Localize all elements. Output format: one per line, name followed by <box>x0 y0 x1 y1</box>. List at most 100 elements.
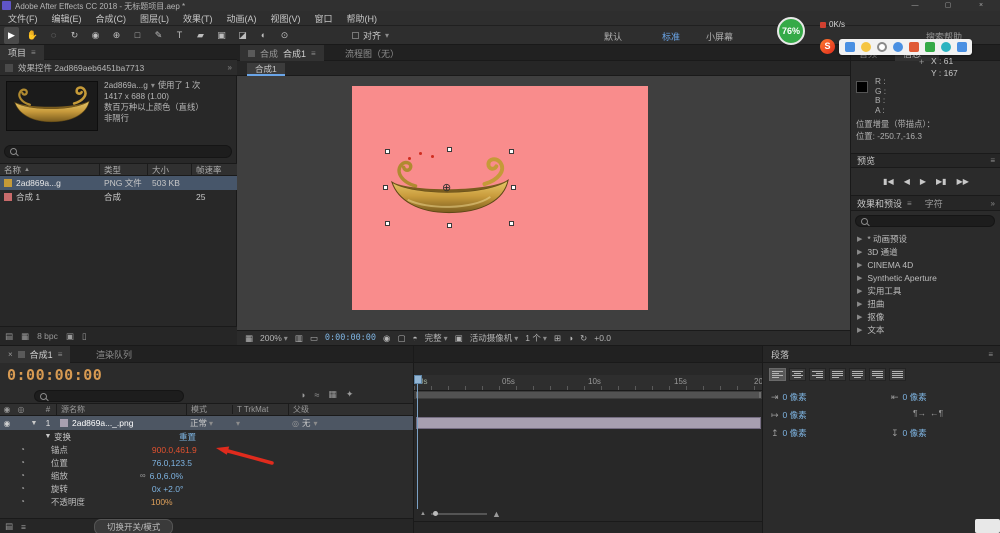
justify-last-right-button[interactable] <box>869 368 886 381</box>
property-row-opacity[interactable]: ◔ 不透明度 100% <box>0 495 413 508</box>
recorder-percent-badge[interactable]: 76% <box>777 17 805 45</box>
puppet-pin-tool[interactable]: ⊙ <box>277 27 292 44</box>
pixel-aspect-icon[interactable]: ⊞ <box>554 333 561 344</box>
effects-panel-title[interactable]: 效果和预设 <box>857 197 902 210</box>
mode-header[interactable]: 模式 <box>186 404 232 415</box>
indent-right-field[interactable]: ⇤ 0 像素 <box>891 391 927 403</box>
draft3d-icon[interactable]: ≈ <box>314 390 319 400</box>
upload-icon[interactable] <box>925 42 935 52</box>
space-before-field[interactable]: ↥ 0 像素 <box>771 427 807 439</box>
zoom-in-icon[interactable]: ▲ <box>492 509 501 519</box>
panel-menu-icon[interactable]: ≡ <box>990 156 995 165</box>
motion-blur-icon[interactable]: ✦ <box>346 389 354 400</box>
tab-composition-viewer[interactable]: 合成 合成1 ≡ <box>240 45 324 61</box>
shape-tool[interactable]: □ <box>130 27 145 44</box>
chat-icon[interactable] <box>845 42 855 52</box>
timeline-search-input[interactable] <box>34 390 184 402</box>
tab-flowchart[interactable]: 流程图（无） <box>337 45 407 61</box>
stopwatch-icon[interactable]: ◔ <box>20 458 25 467</box>
record-icon[interactable] <box>909 42 919 52</box>
refresh-icon[interactable]: ↻ <box>580 333 587 344</box>
time-ruler[interactable]: 0s 05s 10s 15s 20s <box>414 375 762 391</box>
property-row-position[interactable]: ◔ 位置 76.0,123.5 <box>0 456 413 469</box>
column-size[interactable]: 大小 <box>148 164 192 175</box>
channels-icon[interactable]: ◓ <box>413 333 418 343</box>
zoom-slider-handle[interactable] <box>432 511 438 516</box>
roto-brush-tool[interactable]: ◐ <box>256 27 271 44</box>
work-area-bar[interactable] <box>414 391 762 399</box>
workspace-small-screen[interactable]: 小屏幕 <box>706 30 733 43</box>
ime-status-box[interactable] <box>975 519 1000 533</box>
layer-name[interactable]: 2ad869a..._.png <box>72 418 133 428</box>
anchor-point-value[interactable]: 900.0,461.9 <box>152 445 197 455</box>
property-row-anchor[interactable]: ◔ 锚点 900.0,461.9 <box>0 443 413 456</box>
column-fps[interactable]: 帧速率 <box>192 164 237 175</box>
layer-expand-icon[interactable]: ▼ <box>28 420 40 427</box>
space-after-field[interactable]: ↧ 0 像素 <box>891 427 927 439</box>
effects-category[interactable]: ▶ 抠像 <box>851 310 1000 323</box>
panel-menu-icon[interactable]: ≡ <box>311 49 316 58</box>
panel-menu-icon[interactable]: ≡ <box>31 48 36 57</box>
footage-dropdown-icon[interactable]: ▾ <box>151 80 155 91</box>
selection-tool[interactable]: ▶ <box>4 27 19 44</box>
expand-panel-icon[interactable]: ▤ <box>5 521 13 532</box>
panel-menu-icon[interactable]: ≡ <box>58 350 63 359</box>
selection-handle[interactable] <box>385 149 390 154</box>
stopwatch-icon[interactable]: ◔ <box>20 471 25 480</box>
tab-effect-controls-label[interactable]: 效果控件 2ad869aeb6451ba7713 <box>18 62 144 74</box>
close-button[interactable]: × <box>966 0 996 11</box>
align-left-button[interactable] <box>769 368 786 381</box>
effects-category[interactable]: ▶ 扭曲 <box>851 297 1000 310</box>
viewer-lock-icon[interactable] <box>248 49 255 57</box>
blend-mode-select[interactable]: 正常 ▾ <box>186 417 232 429</box>
justify-last-center-button[interactable] <box>849 368 866 381</box>
opacity-value[interactable]: 100% <box>151 497 173 507</box>
mask-visibility-icon[interactable]: ▭ <box>310 333 318 344</box>
selection-handle[interactable] <box>447 147 452 152</box>
ltr-direction-button[interactable]: ¶→ <box>913 408 926 418</box>
selection-handle[interactable] <box>385 221 390 226</box>
property-row-scale[interactable]: ◔ 缩放 ∞ 6.0,6.0% <box>0 469 413 482</box>
rotation-value[interactable]: 0x +2.0° <box>152 484 184 494</box>
trkmat-select[interactable]: ▾ <box>232 419 288 428</box>
layer-duration-bar[interactable] <box>416 417 761 429</box>
clone-stamp-tool[interactable]: ▣ <box>214 27 229 44</box>
align-right-button[interactable] <box>809 368 826 381</box>
justify-last-left-button[interactable] <box>829 368 846 381</box>
property-row-rotation[interactable]: ◔ 旋转 0x +2.0° <box>0 482 413 495</box>
stopwatch-icon[interactable]: ◔ <box>20 497 25 506</box>
indent-left-value[interactable]: 0 像素 <box>783 391 807 403</box>
camera-view-select[interactable]: 活动摄像机 ▾ <box>470 332 519 344</box>
magnification-select[interactable]: 200% ▾ <box>260 333 288 343</box>
preview-panel-header[interactable]: 预览 ≡ <box>851 153 1000 168</box>
menu-effect[interactable]: 效果(T) <box>183 12 213 25</box>
pen-tool[interactable]: ✎ <box>151 27 166 44</box>
selection-handle[interactable] <box>447 223 452 228</box>
workspace-standard[interactable]: 标准 <box>662 30 680 43</box>
new-folder-icon[interactable]: ▣ <box>66 331 74 342</box>
justify-all-button[interactable] <box>889 368 906 381</box>
eraser-tool[interactable]: ◪ <box>235 27 250 44</box>
transform-group-label[interactable]: 变换 <box>54 431 71 443</box>
tab-project[interactable]: 项目 ≡ <box>0 45 44 60</box>
show-snapshot-icon[interactable]: ▢ <box>397 333 405 344</box>
project-search-input[interactable] <box>4 145 232 158</box>
minimize-button[interactable]: — <box>900 0 930 11</box>
selection-handle[interactable] <box>511 185 516 190</box>
emoji-icon[interactable] <box>861 42 871 52</box>
source-name-header[interactable]: 源名称 <box>56 404 186 415</box>
resolution-select[interactable]: 完整 ▾ <box>425 332 448 344</box>
tab-timeline-comp1[interactable]: × 合成1 ≡ <box>0 346 71 363</box>
prev-frame-button[interactable]: ◀ <box>904 177 910 186</box>
panel-menu-icon[interactable]: ≡ <box>907 199 912 208</box>
pan-behind-anchor-tool[interactable]: ⊕ <box>109 27 124 44</box>
parent-header[interactable]: 父级 <box>288 404 378 415</box>
menu-help[interactable]: 帮助(H) <box>347 12 378 25</box>
anchor-point-indicator[interactable]: ⊕ <box>442 183 451 194</box>
stopwatch-icon[interactable]: ◔ <box>20 484 25 493</box>
comp-mini-flowchart-icon[interactable]: ◑ <box>300 390 305 400</box>
snapshot-icon[interactable]: ◉ <box>383 333 390 344</box>
maximize-button[interactable]: ▢ <box>933 0 963 11</box>
roi-icon[interactable]: ▣ <box>455 333 463 344</box>
link-dimensions-icon[interactable]: ∞ <box>140 471 146 480</box>
